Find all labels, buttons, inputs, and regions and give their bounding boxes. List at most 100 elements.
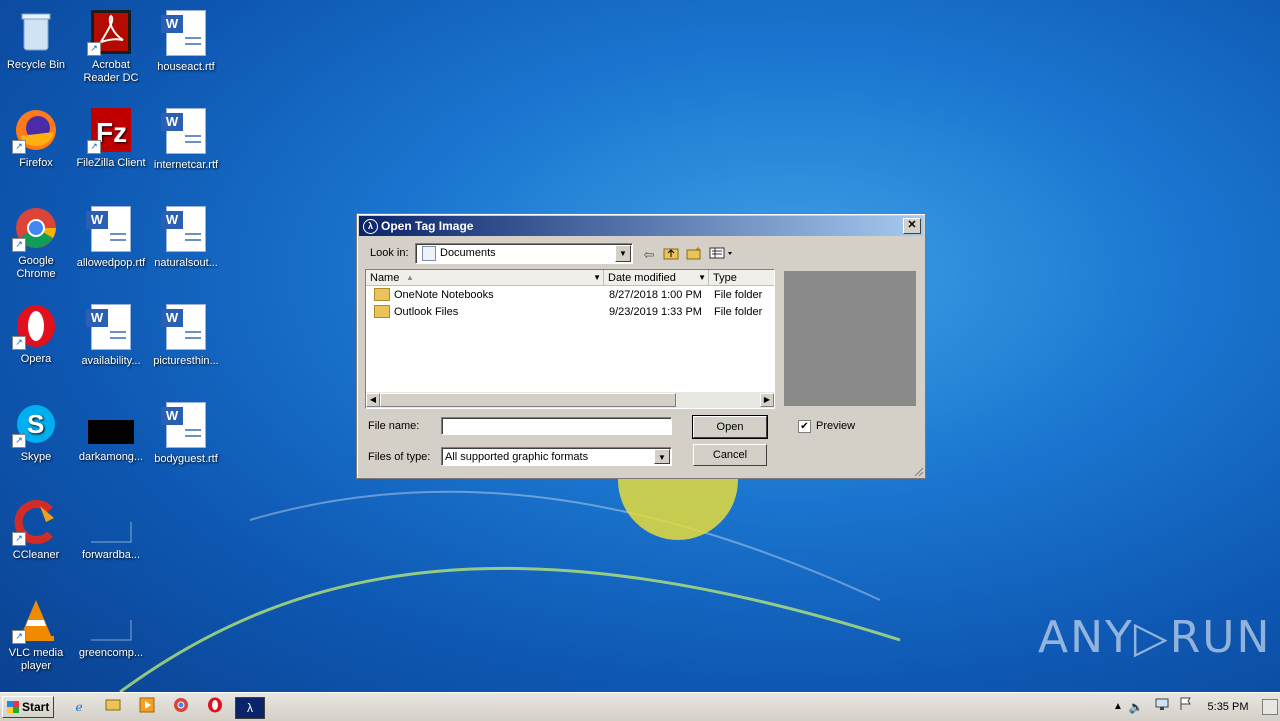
desktop-icon-firefox[interactable]: ↗ Firefox <box>0 106 72 170</box>
column-type-label: Type <box>713 272 737 284</box>
lambda-app-taskbar-icon[interactable]: λ <box>235 697 265 719</box>
chevron-down-icon[interactable]: ▼ <box>698 270 706 286</box>
up-folder-icon[interactable] <box>661 246 681 264</box>
start-button[interactable]: Start <box>2 696 54 718</box>
resize-grip-icon[interactable] <box>912 465 924 477</box>
desktop-icon-picturesthin[interactable]: W picturesthin... <box>150 302 222 368</box>
network-icon[interactable] <box>1152 697 1172 717</box>
horizontal-scrollbar[interactable]: ◀ ▶ <box>366 392 774 408</box>
word-document-icon: W <box>161 108 206 154</box>
desktop-icon-greencomp[interactable]: greencomp... <box>75 596 147 660</box>
desktop-icon-filezilla[interactable]: Fz ↗ FileZilla Client <box>75 106 147 170</box>
column-header-type[interactable]: Type <box>709 270 774 286</box>
action-center-flag-icon[interactable] <box>1176 697 1196 717</box>
new-folder-icon[interactable] <box>684 246 704 264</box>
desktop-icon-label: Acrobat Reader DC <box>83 59 139 84</box>
desktop-icon-label: Recycle Bin <box>6 59 66 71</box>
opera-taskbar-icon[interactable] <box>205 697 225 717</box>
desktop-icon-label: allowedpop.rtf <box>76 257 146 269</box>
shortcut-arrow-icon: ↗ <box>87 140 101 154</box>
chevron-down-icon[interactable]: ▼ <box>615 245 631 262</box>
file-type: File folder <box>714 306 763 318</box>
preview-label: Preview <box>816 420 856 432</box>
word-document-icon: W <box>161 206 206 252</box>
clock[interactable]: 5:35 PM <box>1200 693 1256 721</box>
open-button[interactable]: Open <box>692 415 768 439</box>
chrome-taskbar-icon[interactable] <box>171 697 191 717</box>
svg-text:S: S <box>27 409 44 439</box>
blank-file-icon <box>91 620 132 641</box>
desktop-icon-availability[interactable]: W availability... <box>75 302 147 368</box>
preview-checkbox[interactable]: ✔ <box>798 420 811 433</box>
scroll-right-icon[interactable]: ▶ <box>760 393 774 407</box>
file-row[interactable]: Outlook Files 9/23/2019 1:33 PM File fol… <box>366 304 774 321</box>
shortcut-arrow-icon: ↗ <box>12 238 26 252</box>
file-explorer-icon[interactable] <box>103 697 123 717</box>
show-desktop-button[interactable] <box>1262 699 1278 715</box>
word-document-icon: W <box>161 10 206 56</box>
dialog-title: Open Tag Image <box>381 219 474 233</box>
file-list[interactable]: Name ▲ ▼ Date modified ▼ Type OneNote Noteb… <box>365 269 775 409</box>
media-player-icon[interactable] <box>137 697 157 717</box>
desktop-icon-bodyguest[interactable]: W bodyguest.rtf <box>150 400 222 466</box>
desktop-icon-chrome[interactable]: ↗ Google Chrome <box>0 204 72 281</box>
volume-icon[interactable]: 🔈 <box>1126 697 1146 717</box>
files-of-type-select[interactable]: All supported graphic formats ▼ <box>441 447 672 466</box>
scrollbar-thumb[interactable] <box>380 393 676 407</box>
desktop-icon-label: Firefox <box>19 157 53 169</box>
files-of-type-label: Files of type: <box>368 451 431 463</box>
file-name-label: File name: <box>368 420 420 432</box>
windows-logo-icon <box>7 701 19 713</box>
scroll-left-icon[interactable]: ◀ <box>366 393 380 407</box>
start-label: Start <box>22 700 50 714</box>
desktop-icon-darkamong[interactable]: darkamong... <box>75 400 147 464</box>
cancel-button[interactable]: Cancel <box>693 444 767 466</box>
desktop-icon-acrobat[interactable]: ↗ Acrobat Reader DC <box>75 8 147 85</box>
files-of-type-value: All supported graphic formats <box>445 451 589 463</box>
internet-explorer-icon[interactable]: ℯ <box>69 697 89 717</box>
view-menu-icon[interactable] <box>708 246 736 264</box>
shortcut-arrow-icon: ↗ <box>87 42 101 56</box>
file-row[interactable]: OneNote Notebooks 8/27/2018 1:00 PM File… <box>366 287 774 304</box>
column-header-name[interactable]: Name ▲ ▼ <box>366 270 604 286</box>
close-button[interactable]: ✕ <box>903 218 921 234</box>
desktop-icon-label: greencomp... <box>78 647 144 659</box>
word-document-icon: W <box>161 304 206 350</box>
desktop-icon-recycle-bin[interactable]: Recycle Bin <box>0 8 72 72</box>
folder-icon <box>374 287 390 301</box>
desktop-icon-opera[interactable]: ↗ Opera <box>0 302 72 366</box>
desktop-icon-naturalsout[interactable]: W naturalsout... <box>150 204 222 270</box>
look-in-select[interactable]: Documents ▼ <box>415 243 633 264</box>
desktop-icon-ccleaner[interactable]: ↗ CCleaner <box>0 498 72 562</box>
file-name: Outlook Files <box>394 306 459 318</box>
desktop-icon-vlc[interactable]: ↗ VLC media player <box>0 596 72 673</box>
documents-icon <box>422 246 436 261</box>
column-header-date[interactable]: Date modified ▼ <box>604 270 709 286</box>
column-date-label: Date modified <box>608 272 676 284</box>
word-document-icon: W <box>161 402 206 448</box>
file-name-input[interactable] <box>441 417 672 435</box>
taskbar: Start ℯ λ ▲ 🔈 5:35 PM <box>0 692 1280 721</box>
folder-icon <box>374 304 390 318</box>
desktop-icon-internetcar[interactable]: W internetcar.rtf <box>150 106 222 172</box>
dialog-titlebar[interactable]: λ Open Tag Image ✕ <box>359 216 923 236</box>
file-type: File folder <box>714 289 763 301</box>
desktop-icon-label: forwardba... <box>81 549 141 561</box>
show-hidden-icons-icon[interactable]: ▲ <box>1108 697 1128 717</box>
look-in-value: Documents <box>440 247 496 259</box>
shortcut-arrow-icon: ↗ <box>12 532 26 546</box>
desktop-icon-houseact[interactable]: W houseact.rtf <box>150 8 222 74</box>
desktop-icon-label: Google Chrome <box>16 255 56 280</box>
image-preview-pane <box>784 271 916 406</box>
shortcut-arrow-icon: ↗ <box>12 336 26 350</box>
watermark: ANY▷RUN <box>1038 612 1272 663</box>
chevron-down-icon[interactable]: ▼ <box>654 449 670 464</box>
file-date: 8/27/2018 1:00 PM <box>609 289 702 301</box>
desktop-icon-forwardba[interactable]: forwardba... <box>75 498 147 562</box>
shortcut-arrow-icon: ↗ <box>12 630 26 644</box>
sort-ascending-icon: ▲ <box>406 273 414 282</box>
back-icon[interactable]: ⇦ <box>639 246 659 264</box>
desktop-icon-allowedpop[interactable]: W allowedpop.rtf <box>75 204 147 270</box>
chevron-down-icon[interactable]: ▼ <box>593 270 601 286</box>
desktop-icon-skype[interactable]: S ↗ Skype <box>0 400 72 464</box>
